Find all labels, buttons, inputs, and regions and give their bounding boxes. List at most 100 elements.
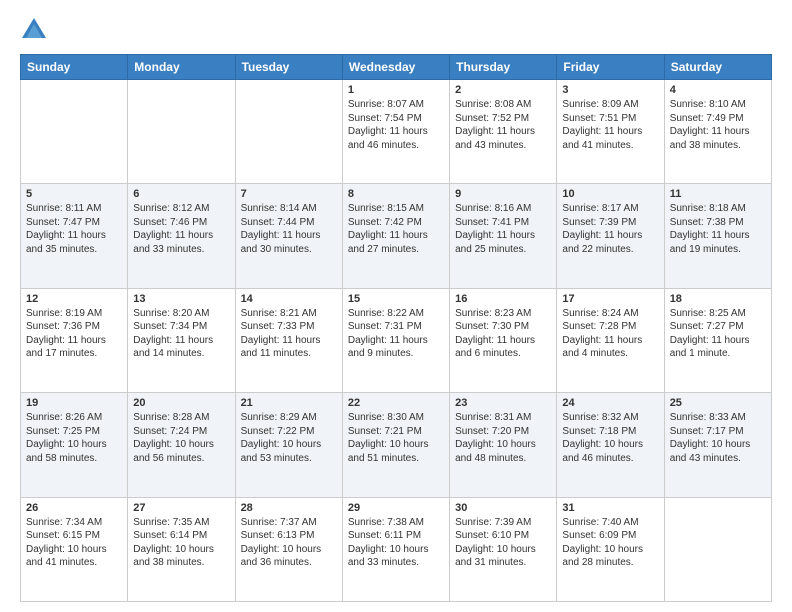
day-info: Sunrise: 7:39 AM Sunset: 6:10 PM Dayligh… bbox=[455, 516, 551, 570]
day-number: 17 bbox=[562, 293, 658, 305]
day-cell: 9 Sunrise: 8:16 AM Sunset: 7:41 PM Daylig… bbox=[450, 184, 557, 288]
day-cell: 25 Sunrise: 8:33 AM Sunset: 7:17 PM Dayli… bbox=[664, 393, 771, 497]
day-cell: 3Sunrise: 8:09 AM Sunset: 7:51 PM Daylig… bbox=[557, 80, 664, 184]
day-info: Sunrise: 8:21 AM Sunset: 7:33 PM Dayligh… bbox=[241, 307, 337, 361]
day-header-monday: Monday bbox=[128, 55, 235, 80]
day-info: Sunrise: 8:11 AM Sunset: 7:47 PM Dayligh… bbox=[26, 202, 122, 256]
day-number: 4 bbox=[670, 84, 766, 96]
day-cell: 31Sunrise: 7:40 AM Sunset: 6:09 PM Dayli… bbox=[557, 497, 664, 601]
header bbox=[20, 16, 772, 44]
day-cell: 16 Sunrise: 8:23 AM Sunset: 7:30 PM Dayli… bbox=[450, 288, 557, 392]
day-cell: 11Sunrise: 8:18 AM Sunset: 7:38 PM Dayli… bbox=[664, 184, 771, 288]
day-cell: 17 Sunrise: 8:24 AM Sunset: 7:28 PM Dayli… bbox=[557, 288, 664, 392]
day-info: Sunrise: 8:32 AM Sunset: 7:18 PM Dayligh… bbox=[562, 411, 658, 465]
page: SundayMondayTuesdayWednesdayThursdayFrid… bbox=[0, 0, 792, 612]
day-number: 31 bbox=[562, 502, 658, 514]
day-info: Sunrise: 8:30 AM Sunset: 7:21 PM Dayligh… bbox=[348, 411, 444, 465]
day-cell: 12Sunrise: 8:19 AM Sunset: 7:36 PM Dayli… bbox=[21, 288, 128, 392]
day-header-tuesday: Tuesday bbox=[235, 55, 342, 80]
day-info: Sunrise: 8:24 AM Sunset: 7:28 PM Dayligh… bbox=[562, 307, 658, 361]
day-cell: 5 Sunrise: 8:11 AM Sunset: 7:47 PM Daylig… bbox=[21, 184, 128, 288]
day-info: Sunrise: 7:34 AM Sunset: 6:15 PM Dayligh… bbox=[26, 516, 122, 570]
day-number: 25 bbox=[670, 397, 766, 409]
day-number: 5 bbox=[26, 188, 122, 200]
day-number: 12 bbox=[26, 293, 122, 305]
day-number: 9 bbox=[455, 188, 551, 200]
day-number: 15 bbox=[348, 293, 444, 305]
day-number: 30 bbox=[455, 502, 551, 514]
day-number: 22 bbox=[348, 397, 444, 409]
week-row-3: 12Sunrise: 8:19 AM Sunset: 7:36 PM Dayli… bbox=[21, 288, 772, 392]
day-info: Sunrise: 7:37 AM Sunset: 6:13 PM Dayligh… bbox=[241, 516, 337, 570]
day-cell: 28 Sunrise: 7:37 AM Sunset: 6:13 PM Dayli… bbox=[235, 497, 342, 601]
day-info: Sunrise: 8:29 AM Sunset: 7:22 PM Dayligh… bbox=[241, 411, 337, 465]
day-info: Sunrise: 8:12 AM Sunset: 7:46 PM Dayligh… bbox=[133, 202, 229, 256]
day-number: 24 bbox=[562, 397, 658, 409]
day-cell: 6 Sunrise: 8:12 AM Sunset: 7:46 PM Daylig… bbox=[128, 184, 235, 288]
day-cell: 21Sunrise: 8:29 AM Sunset: 7:22 PM Dayli… bbox=[235, 393, 342, 497]
day-cell: 20 Sunrise: 8:28 AM Sunset: 7:24 PM Dayli… bbox=[128, 393, 235, 497]
day-info: Sunrise: 8:22 AM Sunset: 7:31 PM Dayligh… bbox=[348, 307, 444, 361]
day-info: Sunrise: 8:20 AM Sunset: 7:34 PM Dayligh… bbox=[133, 307, 229, 361]
day-number: 19 bbox=[26, 397, 122, 409]
day-cell: 2 Sunrise: 8:08 AM Sunset: 7:52 PM Daylig… bbox=[450, 80, 557, 184]
day-info: Sunrise: 8:15 AM Sunset: 7:42 PM Dayligh… bbox=[348, 202, 444, 256]
day-header-saturday: Saturday bbox=[664, 55, 771, 80]
day-number: 18 bbox=[670, 293, 766, 305]
day-header-sunday: Sunday bbox=[21, 55, 128, 80]
day-number: 3 bbox=[562, 84, 658, 96]
day-number: 2 bbox=[455, 84, 551, 96]
day-number: 16 bbox=[455, 293, 551, 305]
day-info: Sunrise: 7:38 AM Sunset: 6:11 PM Dayligh… bbox=[348, 516, 444, 570]
day-number: 27 bbox=[133, 502, 229, 514]
day-cell: 29Sunrise: 7:38 AM Sunset: 6:11 PM Dayli… bbox=[342, 497, 449, 601]
day-info: Sunrise: 8:08 AM Sunset: 7:52 PM Dayligh… bbox=[455, 98, 551, 152]
day-cell: 14 Sunrise: 8:21 AM Sunset: 7:33 PM Dayli… bbox=[235, 288, 342, 392]
week-row-5: 26 Sunrise: 7:34 AM Sunset: 6:15 PM Dayli… bbox=[21, 497, 772, 601]
day-cell bbox=[664, 497, 771, 601]
day-cell: 8Sunrise: 8:15 AM Sunset: 7:42 PM Daylig… bbox=[342, 184, 449, 288]
logo-icon bbox=[20, 16, 48, 44]
day-header-thursday: Thursday bbox=[450, 55, 557, 80]
day-number: 28 bbox=[241, 502, 337, 514]
day-number: 10 bbox=[562, 188, 658, 200]
day-cell: 27 Sunrise: 7:35 AM Sunset: 6:14 PM Dayli… bbox=[128, 497, 235, 601]
logo bbox=[20, 16, 52, 44]
week-row-4: 19Sunrise: 8:26 AM Sunset: 7:25 PM Dayli… bbox=[21, 393, 772, 497]
day-number: 26 bbox=[26, 502, 122, 514]
day-cell: 1Sunrise: 8:07 AM Sunset: 7:54 PM Daylig… bbox=[342, 80, 449, 184]
day-info: Sunrise: 8:07 AM Sunset: 7:54 PM Dayligh… bbox=[348, 98, 444, 152]
day-cell: 22 Sunrise: 8:30 AM Sunset: 7:21 PM Dayli… bbox=[342, 393, 449, 497]
day-info: Sunrise: 7:35 AM Sunset: 6:14 PM Dayligh… bbox=[133, 516, 229, 570]
day-info: Sunrise: 8:28 AM Sunset: 7:24 PM Dayligh… bbox=[133, 411, 229, 465]
week-row-1: 1Sunrise: 8:07 AM Sunset: 7:54 PM Daylig… bbox=[21, 80, 772, 184]
day-cell: 26 Sunrise: 7:34 AM Sunset: 6:15 PM Dayli… bbox=[21, 497, 128, 601]
week-row-2: 5 Sunrise: 8:11 AM Sunset: 7:47 PM Daylig… bbox=[21, 184, 772, 288]
day-number: 14 bbox=[241, 293, 337, 305]
day-cell bbox=[235, 80, 342, 184]
day-cell: 13Sunrise: 8:20 AM Sunset: 7:34 PM Dayli… bbox=[128, 288, 235, 392]
day-cell: 30 Sunrise: 7:39 AM Sunset: 6:10 PM Dayli… bbox=[450, 497, 557, 601]
day-info: Sunrise: 8:14 AM Sunset: 7:44 PM Dayligh… bbox=[241, 202, 337, 256]
day-info: Sunrise: 8:31 AM Sunset: 7:20 PM Dayligh… bbox=[455, 411, 551, 465]
day-cell: 23Sunrise: 8:31 AM Sunset: 7:20 PM Dayli… bbox=[450, 393, 557, 497]
day-info: Sunrise: 8:10 AM Sunset: 7:49 PM Dayligh… bbox=[670, 98, 766, 152]
day-number: 6 bbox=[133, 188, 229, 200]
day-header-friday: Friday bbox=[557, 55, 664, 80]
day-info: Sunrise: 8:16 AM Sunset: 7:41 PM Dayligh… bbox=[455, 202, 551, 256]
day-info: Sunrise: 8:25 AM Sunset: 7:27 PM Dayligh… bbox=[670, 307, 766, 361]
day-header-wednesday: Wednesday bbox=[342, 55, 449, 80]
calendar: SundayMondayTuesdayWednesdayThursdayFrid… bbox=[20, 54, 772, 602]
day-info: Sunrise: 8:33 AM Sunset: 7:17 PM Dayligh… bbox=[670, 411, 766, 465]
day-info: Sunrise: 8:18 AM Sunset: 7:38 PM Dayligh… bbox=[670, 202, 766, 256]
day-number: 20 bbox=[133, 397, 229, 409]
day-cell bbox=[128, 80, 235, 184]
day-info: Sunrise: 8:23 AM Sunset: 7:30 PM Dayligh… bbox=[455, 307, 551, 361]
day-cell: 7 Sunrise: 8:14 AM Sunset: 7:44 PM Daylig… bbox=[235, 184, 342, 288]
day-cell: 10 Sunrise: 8:17 AM Sunset: 7:39 PM Dayli… bbox=[557, 184, 664, 288]
day-cell: 19Sunrise: 8:26 AM Sunset: 7:25 PM Dayli… bbox=[21, 393, 128, 497]
day-number: 7 bbox=[241, 188, 337, 200]
calendar-header-row: SundayMondayTuesdayWednesdayThursdayFrid… bbox=[21, 55, 772, 80]
day-info: Sunrise: 8:17 AM Sunset: 7:39 PM Dayligh… bbox=[562, 202, 658, 256]
day-cell: 24 Sunrise: 8:32 AM Sunset: 7:18 PM Dayli… bbox=[557, 393, 664, 497]
